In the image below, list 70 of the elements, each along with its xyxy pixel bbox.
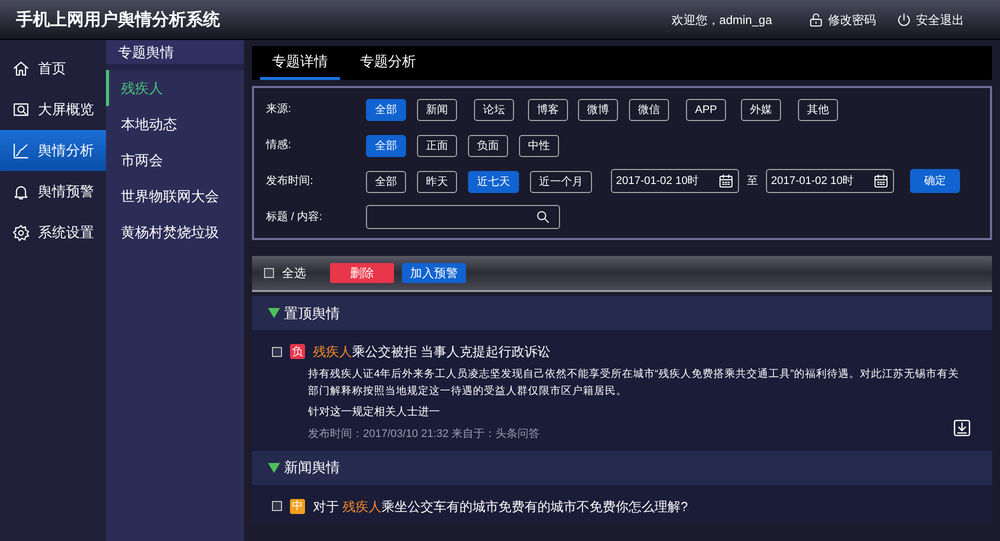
tab[interactable]: 专题详情	[260, 46, 340, 80]
triangle-icon	[268, 462, 280, 474]
app-title: 手机上网用户舆情分析系统	[16, 8, 220, 31]
filter-option[interactable]: 其他	[798, 99, 838, 122]
filter-option[interactable]: 全部	[366, 135, 406, 158]
filter-label: 来源:	[266, 102, 292, 117]
date-field[interactable]: 2017-01-02 10时	[611, 169, 739, 193]
calendar-icon	[718, 173, 734, 189]
lock-icon	[808, 12, 824, 28]
filter-option[interactable]: 论坛	[474, 99, 514, 122]
filter-option[interactable]: 外媒	[741, 99, 782, 122]
search-icon	[535, 209, 551, 225]
filter-label: 发布时间:	[266, 174, 314, 189]
confirm-button[interactable]: 确定	[910, 169, 960, 193]
topic-item[interactable]: 世界物联网大会	[106, 178, 244, 214]
select-all-checkbox[interactable]	[264, 268, 274, 278]
delete-button[interactable]: 删除	[330, 263, 394, 283]
filter-option[interactable]: 正面	[417, 135, 457, 158]
filter-option[interactable]: 昨天	[417, 171, 457, 194]
article-checkbox[interactable]	[272, 501, 282, 512]
settings-icon	[12, 224, 30, 242]
nav-item[interactable]: 首页	[0, 48, 106, 89]
filter-option[interactable]: 中性	[519, 135, 559, 158]
filter-option[interactable]: 全部	[366, 99, 406, 122]
filter-label: 情感:	[266, 138, 292, 153]
nav-item[interactable]: 舆情预警	[0, 171, 106, 212]
article-excerpt: 针对这一规定相关人士进一	[308, 404, 441, 420]
section-header[interactable]: 置顶舆情	[252, 296, 992, 330]
add-alert-button[interactable]: 加入预警	[402, 263, 466, 283]
topic-heading: 专题舆情	[106, 40, 244, 70]
filter-option[interactable]: 近一个月	[530, 171, 592, 194]
topic-item[interactable]: 残疾人	[106, 70, 244, 106]
triangle-icon	[268, 307, 280, 319]
nav-item[interactable]: 系统设置	[0, 212, 106, 253]
calendar-icon	[873, 173, 889, 189]
power-icon	[896, 12, 912, 28]
search-field[interactable]	[366, 205, 560, 229]
section-header[interactable]: 新闻舆情	[252, 450, 992, 484]
article-meta: 发布时间：2017/03/10 21:32 来自于：头条问答	[308, 427, 540, 442]
nav-item[interactable]: 大屏概览	[0, 89, 106, 130]
topic-item[interactable]: 市两会	[106, 142, 244, 178]
change-password-link[interactable]: 修改密码	[808, 10, 876, 28]
select-all-label: 全选	[282, 265, 306, 282]
article-summary: 持有残疾人证4年后外来务工人员凌志坚发现自己依然不能享受所在城市“残疾人免费搭乘共交通工具”的福利待遇。对此江苏无锡市有关部门解释称按照当地规定这一待遇的受益人群仅限市区户籍居民。	[308, 366, 960, 398]
tab[interactable]: 专题分析	[348, 46, 428, 80]
topic-item[interactable]: 本地动态	[106, 106, 244, 142]
download-icon[interactable]	[952, 418, 972, 438]
filter-option[interactable]: 负面	[468, 135, 508, 158]
filter-option[interactable]: 新闻	[417, 99, 457, 122]
date-field[interactable]: 2017-01-02 10时	[766, 169, 894, 193]
article-title[interactable]: 对于 残疾人乘坐公交车有的城市免费有的城市不免费你怎么理解?	[313, 496, 688, 516]
sentiment-badge: 负	[290, 344, 305, 360]
filter-option[interactable]: APP	[686, 99, 726, 122]
filter-option[interactable]: 微博	[578, 99, 618, 122]
filter-option[interactable]: 近七天	[468, 171, 519, 194]
article-checkbox[interactable]	[272, 346, 282, 357]
logout-link[interactable]: 安全退出	[896, 10, 964, 28]
welcome-text: 欢迎您，admin_ga	[671, 12, 772, 28]
nav-item[interactable]: 舆情分析	[0, 130, 106, 171]
range-separator: 至	[747, 174, 758, 189]
filter-option[interactable]: 博客	[528, 99, 568, 122]
home-icon	[12, 60, 30, 78]
topic-item[interactable]: 黄杨村焚烧垃圾	[106, 214, 244, 250]
sentiment-badge: 中	[290, 498, 305, 514]
filter-option[interactable]: 全部	[366, 171, 406, 194]
filter-label: 标题 / 内容:	[266, 210, 324, 225]
line-chart-icon	[12, 142, 30, 160]
filter-option[interactable]: 微信	[629, 99, 669, 122]
magnifier-screen-icon	[12, 100, 30, 118]
article-title[interactable]: 残疾人乘公交被拒 当事人克提起行政诉讼	[313, 342, 551, 362]
